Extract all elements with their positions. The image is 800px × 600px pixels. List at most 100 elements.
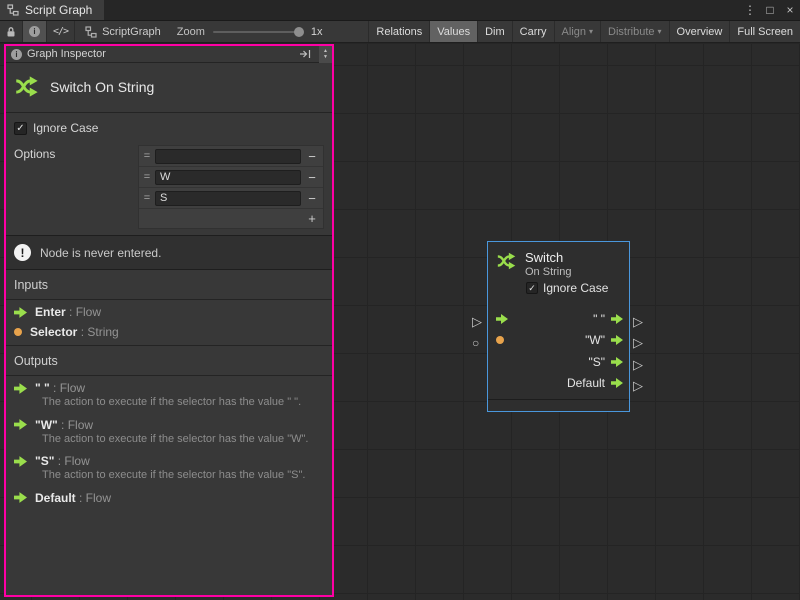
- string-port-icon: [14, 328, 22, 336]
- panel-scroll-buttons[interactable]: ▲ ▼: [319, 46, 332, 63]
- port-description: The action to execute if the selector ha…: [42, 396, 324, 409]
- window-close-icon[interactable]: ×: [780, 0, 800, 20]
- port-type: : String: [77, 325, 118, 339]
- zoom-slider[interactable]: [213, 31, 303, 33]
- drag-handle-icon[interactable]: =: [139, 171, 155, 183]
- inspector-node-title-row: Switch On String: [6, 63, 332, 113]
- port-name: "S": [35, 454, 54, 468]
- inspector-node-title: Switch On String: [50, 79, 154, 95]
- port-label: " ": [593, 312, 605, 326]
- node-ports: " " "W" "S": [488, 308, 629, 394]
- flow-arrow-icon: [611, 378, 623, 388]
- unity-script-graph-window: { "titlebar": { "tab": "Script Graph" },…: [0, 0, 800, 600]
- remove-option-button[interactable]: −: [301, 191, 323, 206]
- flow-arrow-icon: [496, 314, 508, 324]
- distribute-label: Distribute: [608, 26, 654, 38]
- tab-label: Script Graph: [25, 3, 92, 17]
- inputs-section-header: Inputs: [6, 270, 332, 300]
- port-description: The action to execute if the selector ha…: [42, 433, 324, 446]
- dock-panel-button[interactable]: [296, 49, 314, 59]
- flow-arrow-icon: [611, 335, 623, 345]
- port-row: "S": [488, 351, 629, 373]
- string-port-icon: [496, 336, 504, 344]
- window-menu-icon[interactable]: ⋮: [740, 0, 760, 20]
- option-row: = −: [139, 188, 323, 209]
- dim-button[interactable]: Dim: [477, 21, 512, 42]
- node-ignore-case-label: Ignore Case: [543, 281, 608, 295]
- selector-input-port[interactable]: [496, 336, 504, 344]
- edit-script-button[interactable]: </>: [47, 21, 75, 42]
- tab-script-graph[interactable]: Script Graph: [0, 0, 104, 20]
- toolbar-button-group: Relations Values Dim Carry Align ▾ Distr…: [368, 21, 800, 42]
- node-ignore-case-row: ✓ Ignore Case: [526, 281, 629, 295]
- carry-button[interactable]: Carry: [512, 21, 554, 42]
- drag-handle-icon[interactable]: =: [139, 150, 155, 162]
- option-input-1[interactable]: [155, 170, 301, 185]
- remove-option-button[interactable]: −: [301, 149, 323, 164]
- graph-breadcrumb[interactable]: ScriptGraph: [85, 26, 161, 38]
- option-input-0[interactable]: [155, 149, 301, 164]
- switch-icon: [496, 250, 518, 272]
- inspector-header-title: Graph Inspector: [27, 48, 291, 60]
- graph-asset-icon: [85, 26, 97, 38]
- options-label: Options: [14, 145, 55, 161]
- output-item-default: Default : Flow: [6, 486, 332, 506]
- port-row: "W": [488, 330, 629, 352]
- input-flow-port-connector[interactable]: ▷: [472, 315, 482, 328]
- port-name: Enter: [35, 305, 66, 319]
- output-item-space: " " : Flow The action to execute if the …: [6, 376, 332, 413]
- overview-button[interactable]: Overview: [669, 21, 730, 42]
- lock-button[interactable]: [0, 21, 23, 42]
- values-button[interactable]: Values: [429, 21, 477, 42]
- output-port-s[interactable]: "S": [588, 355, 623, 369]
- remove-option-button[interactable]: −: [301, 170, 323, 185]
- output-port-connector-space[interactable]: ▷: [633, 315, 643, 328]
- ignore-case-row: ✓ Ignore Case: [14, 121, 324, 135]
- flow-arrow-icon: [611, 314, 623, 324]
- node-ignore-case-checkbox[interactable]: ✓: [526, 282, 538, 294]
- options-list: = − = − = − +: [138, 145, 324, 229]
- inspector-toggle-button[interactable]: i: [23, 21, 47, 42]
- output-port-space[interactable]: " ": [593, 312, 623, 326]
- node-titles: Switch On String: [525, 250, 571, 278]
- port-type: : Flow: [76, 491, 111, 505]
- switch-on-string-node[interactable]: Switch On String ✓ Ignore Case " ": [487, 241, 630, 412]
- output-port-connector-w[interactable]: ▷: [633, 336, 643, 349]
- port-type: : Flow: [50, 381, 85, 395]
- ignore-case-label: Ignore Case: [33, 121, 98, 135]
- flow-arrow-icon: [14, 456, 27, 467]
- graph-name-label: ScriptGraph: [102, 26, 161, 38]
- zoom-value: 1x: [311, 26, 323, 38]
- titlebar: Script Graph ⋮ □ ×: [0, 0, 800, 21]
- output-port-default[interactable]: Default: [567, 376, 623, 390]
- output-port-connector-default[interactable]: ▷: [633, 379, 643, 392]
- ignore-case-checkbox[interactable]: ✓: [14, 122, 27, 135]
- port-name: Default: [35, 491, 76, 505]
- graph-canvas[interactable]: ▷ ○ ▷ ▷ ▷ ▷ Switch On String ✓ Ignore Ca…: [0, 44, 800, 600]
- add-option-button[interactable]: +: [301, 211, 323, 226]
- distribute-dropdown[interactable]: Distribute ▾: [600, 21, 668, 42]
- flow-arrow-icon: [611, 357, 623, 367]
- window-maximize-icon[interactable]: □: [760, 0, 780, 20]
- zoom-label: Zoom: [177, 26, 205, 38]
- output-port-w[interactable]: "W": [585, 333, 623, 347]
- titlebar-spacer: [104, 0, 740, 20]
- zoom-slider-thumb[interactable]: [294, 27, 304, 37]
- inspector-header: i Graph Inspector ▲ ▼: [6, 46, 332, 63]
- align-dropdown[interactable]: Align ▾: [554, 21, 600, 42]
- input-selector-port-connector[interactable]: ○: [472, 337, 479, 349]
- fullscreen-button[interactable]: Full Screen: [729, 21, 800, 42]
- option-input-2[interactable]: [155, 191, 301, 206]
- output-port-connector-s[interactable]: ▷: [633, 358, 643, 371]
- flow-arrow-icon: [14, 419, 27, 430]
- port-type: : Flow: [66, 305, 101, 319]
- drag-handle-icon[interactable]: =: [139, 192, 155, 204]
- options-field: Options = − = − = −: [14, 145, 324, 229]
- align-label: Align: [562, 26, 586, 38]
- warning-icon: !: [14, 244, 31, 261]
- dock-arrow-icon: [299, 49, 311, 59]
- scroll-down-icon[interactable]: ▼: [323, 54, 328, 60]
- flow-input-port[interactable]: [496, 314, 508, 324]
- relations-button[interactable]: Relations: [368, 21, 429, 42]
- flow-arrow-icon: [14, 492, 27, 503]
